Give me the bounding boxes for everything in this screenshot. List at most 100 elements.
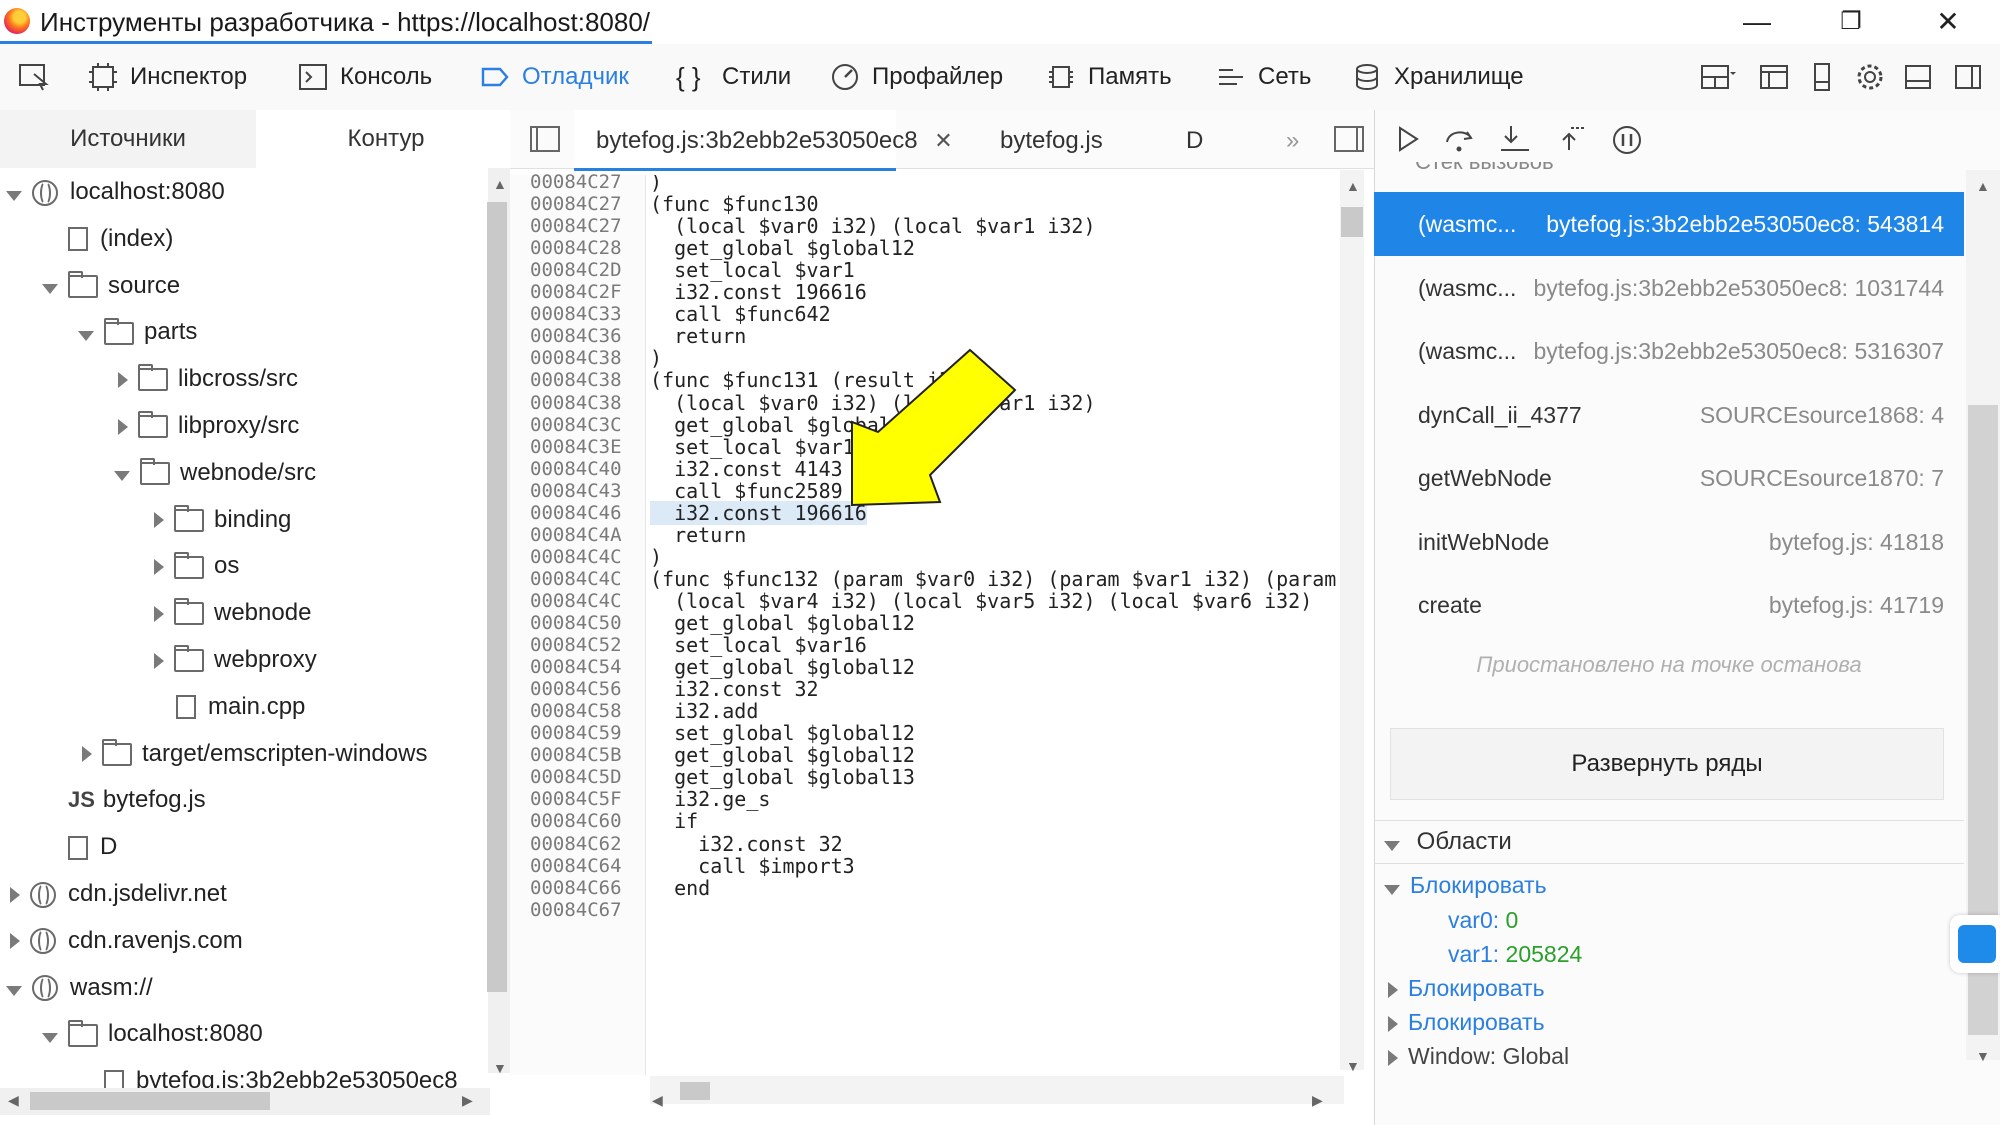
- code-line[interactable]: ): [650, 175, 662, 193]
- tab-memory[interactable]: Память: [1046, 44, 1172, 110]
- call-stack-frame[interactable]: getWebNode SOURCEsource1870: 7: [1374, 446, 1964, 510]
- line-address[interactable]: 00084C52: [530, 634, 622, 656]
- toggle-sources-icon[interactable]: [530, 126, 560, 152]
- tabs-overflow-button[interactable]: »: [1286, 110, 1299, 168]
- resume-button[interactable]: [1393, 124, 1423, 159]
- collapse-triangle-icon[interactable]: [42, 284, 58, 295]
- line-address[interactable]: 00084C59: [530, 722, 622, 744]
- collapse-triangle-icon[interactable]: [6, 190, 22, 201]
- responsive-mode-button[interactable]: [1800, 44, 1844, 110]
- frames-button[interactable]: [1752, 44, 1796, 110]
- tab-style-editor[interactable]: { } Стили: [676, 44, 791, 110]
- editor-scroll-thumb[interactable]: [1341, 207, 1363, 237]
- line-address[interactable]: 00084C38: [530, 347, 622, 369]
- tree-item[interactable]: webproxy: [150, 636, 317, 683]
- tree-item[interactable]: localhost:8080: [6, 168, 225, 215]
- expand-rows-button[interactable]: Развернуть ряды: [1390, 728, 1944, 800]
- tree-item[interactable]: libcross/src: [114, 355, 298, 402]
- call-stack-frame[interactable]: initWebNode bytefog.js: 41818: [1374, 510, 1964, 574]
- tab-profiler[interactable]: Профайлер: [830, 44, 1003, 110]
- line-address[interactable]: 00084C5F: [530, 788, 622, 810]
- code-line[interactable]: (local $var0 i32) (local $var1 i32): [650, 215, 1095, 237]
- editor-tab[interactable]: D: [1186, 110, 1203, 168]
- code-line[interactable]: call $func2589: [650, 480, 843, 502]
- tab-network[interactable]: Сеть: [1216, 44, 1311, 110]
- call-stack-frame[interactable]: (wasmc... bytefog.js:3b2ebb2e53050ec8: 54…: [1374, 192, 1964, 256]
- line-address[interactable]: 00084C36: [530, 325, 622, 347]
- code-line[interactable]: ): [650, 546, 662, 568]
- sidebar-scroll-down[interactable]: ▼: [1976, 1048, 1990, 1064]
- tree-item[interactable]: target/emscripten-windows: [78, 730, 427, 777]
- tree-item[interactable]: binding: [150, 496, 291, 543]
- code-line[interactable]: get_global $global13: [650, 766, 915, 788]
- expand-triangle-icon[interactable]: [10, 886, 20, 903]
- code-line[interactable]: i32.ge_s: [650, 788, 770, 810]
- line-address[interactable]: 00084C3C: [530, 414, 622, 436]
- call-stack-frame[interactable]: create bytefog.js: 41719: [1374, 573, 1964, 637]
- tree-item[interactable]: JS bytefog.js: [42, 776, 206, 823]
- pause-exceptions-button[interactable]: [1611, 124, 1643, 161]
- tree-item[interactable]: D: [42, 823, 117, 870]
- line-address[interactable]: 00084C2F: [530, 281, 622, 303]
- step-in-button[interactable]: [1499, 124, 1533, 159]
- tab-outline[interactable]: Контур: [262, 110, 510, 168]
- line-address[interactable]: 00084C43: [530, 480, 622, 502]
- tree-item[interactable]: cdn.ravenjs.com: [6, 917, 243, 964]
- line-address[interactable]: 00084C27: [530, 193, 622, 215]
- line-address[interactable]: 00084C67: [530, 899, 622, 921]
- expand-triangle-icon[interactable]: [154, 559, 164, 576]
- tree-scroll-thumb[interactable]: [487, 202, 507, 992]
- line-address[interactable]: 00084C46: [530, 502, 622, 524]
- layout-options-button[interactable]: [1696, 44, 1740, 110]
- expand-triangle-icon[interactable]: [118, 371, 128, 388]
- tab-storage[interactable]: Хранилище: [1352, 44, 1524, 110]
- code-line[interactable]: if: [650, 810, 698, 832]
- expand-triangle-icon[interactable]: [118, 418, 128, 435]
- code-line[interactable]: call $func642: [650, 303, 831, 325]
- tab-sources[interactable]: Источники: [0, 110, 256, 168]
- call-stack-frame[interactable]: dynCall_ii_4377 SOURCEsource1868: 4: [1374, 383, 1964, 447]
- code-line[interactable]: get_global $global12: [650, 237, 915, 259]
- code-line[interactable]: (local $var4 i32) (local $var5 i32) (loc…: [650, 590, 1312, 612]
- expand-triangle-icon[interactable]: [154, 652, 164, 669]
- editor-tab[interactable]: bytefog.js: [1000, 110, 1103, 168]
- editor-hscrollbar[interactable]: [650, 1076, 1344, 1104]
- editor-scroll-up[interactable]: ▲: [1346, 178, 1360, 194]
- remote-app-icon[interactable]: [1950, 915, 2000, 973]
- code-area[interactable]: ) (func $func130 (local $var0 i32) (local…: [650, 175, 1346, 1075]
- code-line[interactable]: i32.const 32: [650, 678, 819, 700]
- code-line[interactable]: (func $func132 (param $var0 i32) (param …: [650, 568, 1346, 590]
- close-window-button[interactable]: ✕: [1917, 0, 1979, 44]
- scroll-left-arrow[interactable]: ◀: [8, 1092, 19, 1109]
- editor-hscroll-thumb[interactable]: [680, 1082, 710, 1100]
- call-stack-frame[interactable]: (wasmc... bytefog.js:3b2ebb2e53050ec8: 53…: [1374, 319, 1964, 383]
- tree-item[interactable]: bytefog.js:3b2ebb2e53050ec8: [78, 1057, 458, 1088]
- editor-scroll-right[interactable]: ▶: [1312, 1092, 1323, 1109]
- line-address[interactable]: 00084C50: [530, 612, 622, 634]
- scope-window-global[interactable]: Window: Global: [1384, 1039, 1569, 1073]
- code-line[interactable]: i32.add: [650, 700, 758, 722]
- editor-tab-active[interactable]: bytefog.js:3b2ebb2e53050ec8 ✕: [574, 110, 953, 171]
- close-tab-icon[interactable]: ✕: [934, 128, 952, 153]
- code-line[interactable]: set_local $var1: [650, 436, 855, 458]
- tab-console[interactable]: Консоль: [298, 44, 432, 110]
- scope-block[interactable]: Блокировать: [1384, 971, 1545, 1005]
- scopes-header[interactable]: Области: [1374, 820, 1964, 864]
- scope-block-open[interactable]: Блокировать: [1384, 868, 1547, 902]
- line-address[interactable]: 00084C66: [530, 877, 622, 899]
- element-picker-button[interactable]: [12, 44, 56, 110]
- code-line[interactable]: return: [650, 325, 746, 347]
- editor-scrollbar[interactable]: [1340, 170, 1364, 1070]
- scroll-right-arrow[interactable]: ▶: [462, 1092, 473, 1109]
- step-out-button[interactable]: [1555, 124, 1589, 159]
- line-address[interactable]: 00084C40: [530, 458, 622, 480]
- tree-item[interactable]: cdn.jsdelivr.net: [6, 870, 227, 917]
- line-address[interactable]: 00084C2D: [530, 259, 622, 281]
- scope-var[interactable]: var1: 205824: [1448, 937, 1582, 971]
- code-line[interactable]: i32.const 4143: [650, 458, 843, 480]
- collapse-triangle-icon[interactable]: [114, 471, 130, 482]
- tree-hscroll-thumb[interactable]: [30, 1092, 270, 1110]
- code-line[interactable]: get_global $global12: [650, 656, 915, 678]
- line-address[interactable]: 00084C4A: [530, 524, 622, 546]
- code-line-highlighted[interactable]: i32.const 196616: [650, 500, 867, 525]
